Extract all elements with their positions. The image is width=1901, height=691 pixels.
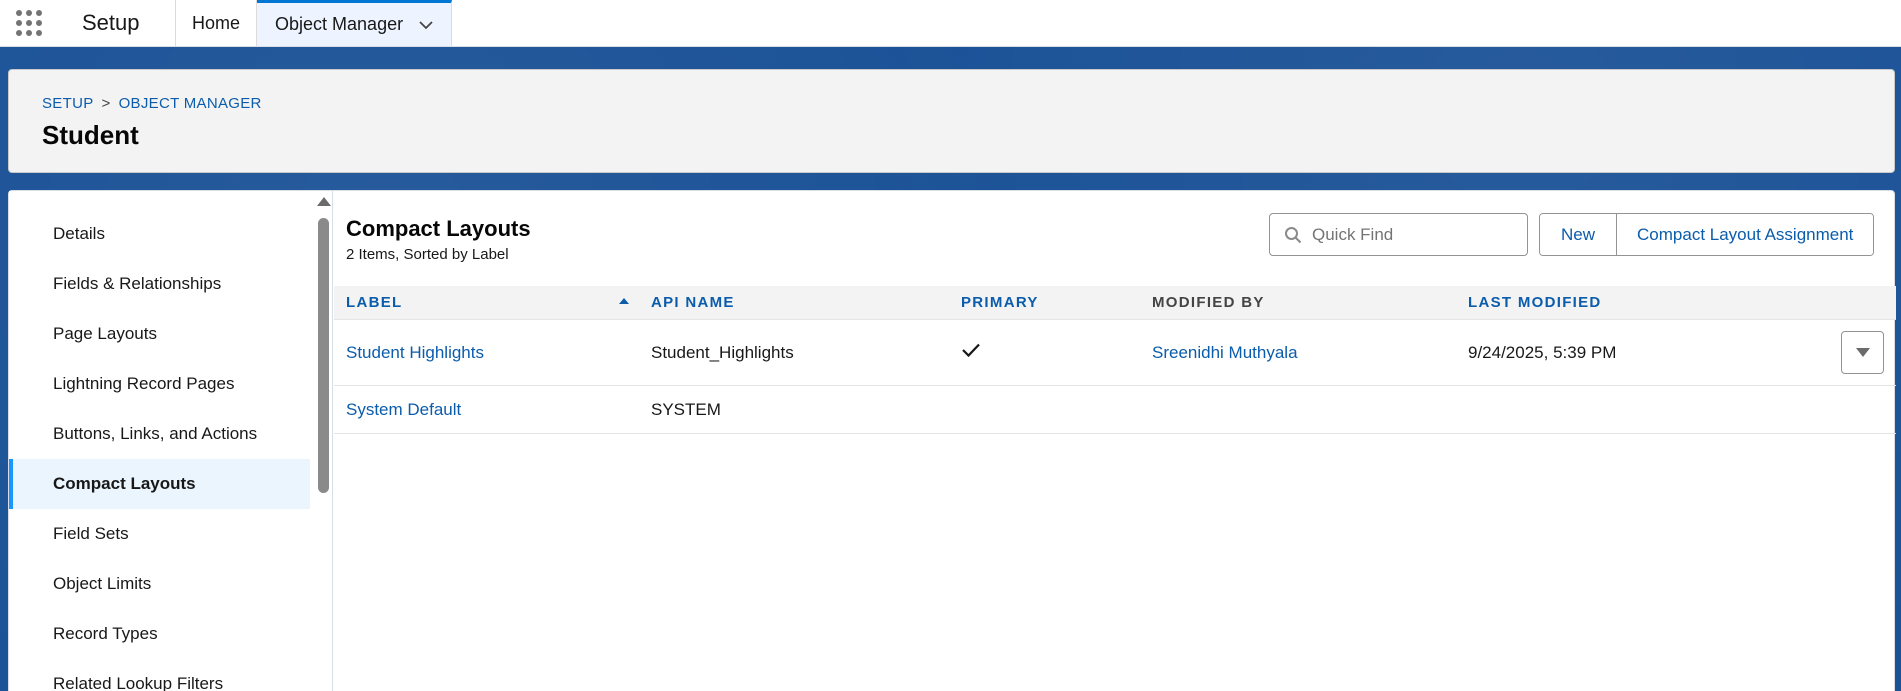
breadcrumb-setup[interactable]: SETUP [42,95,94,112]
page-header: SETUP > OBJECT MANAGER Student [8,69,1895,173]
sidebar-item-fields-relationships[interactable]: Fields & Relationships [9,259,310,309]
tab-home-label: Home [192,12,241,33]
sort-ascending-icon [619,298,629,304]
app-launcher-icon[interactable] [0,0,58,46]
caret-down-icon [1855,348,1870,357]
chevron-down-icon[interactable] [419,18,433,32]
layout-api-name: SYSTEM [651,399,721,419]
content-area: Compact Layouts 2 Items, Sorted by Label… [334,191,1896,691]
compact-layout-assignment-button[interactable]: Compact Layout Assignment [1616,214,1874,255]
quick-find-box[interactable] [1269,213,1528,256]
search-icon [1285,226,1302,243]
sidebar-item-related-lookup-filters[interactable]: Related Lookup Filters [9,659,310,691]
sidebar: Details Fields & Relationships Page Layo… [9,191,310,691]
column-header-primary[interactable]: PRIMARY [949,294,1140,311]
column-header-label[interactable]: LABEL [334,294,639,311]
column-header-last-modified-text: LAST MODIFIED [1468,294,1602,311]
breadcrumb-separator: > [101,95,111,112]
column-header-last-modified[interactable]: LAST MODIFIED [1456,294,1796,311]
app-name: Setup [56,0,176,46]
compact-layouts-table: LABEL API NAME PRIMARY MODIFIED BY LAST … [334,286,1896,434]
layout-label-link[interactable]: System Default [346,400,461,419]
scrollbar-thumb[interactable] [318,218,329,493]
sidebar-item-lightning-record-pages[interactable]: Lightning Record Pages [9,359,310,409]
list-title: Compact Layouts [346,216,531,241]
tab-home[interactable]: Home [176,0,258,46]
column-header-primary-text: PRIMARY [961,294,1039,311]
table-header: LABEL API NAME PRIMARY MODIFIED BY LAST … [334,286,1896,320]
sidebar-item-field-sets[interactable]: Field Sets [9,509,310,559]
breadcrumb-object-manager[interactable]: OBJECT MANAGER [119,95,262,112]
row-actions-button[interactable] [1841,331,1884,374]
column-header-label-text: LABEL [346,294,403,311]
column-header-api-name[interactable]: API NAME [639,294,949,311]
tab-object-manager[interactable]: Object Manager [257,0,453,46]
quick-find-input[interactable] [1312,224,1512,245]
last-modified-date: 9/24/2025, 5:39 PM [1468,342,1617,362]
sidebar-scrollbar[interactable] [313,191,333,691]
breadcrumb: SETUP > OBJECT MANAGER [42,95,1861,112]
checkmark-icon [962,343,980,358]
page-title: Student [42,120,139,150]
sidebar-item-buttons-links-actions[interactable]: Buttons, Links, and Actions [9,409,310,459]
sidebar-item-record-types[interactable]: Record Types [9,609,310,659]
main-panel: Details Fields & Relationships Page Layo… [8,190,1896,691]
column-header-api-name-text: API NAME [651,294,735,311]
layout-label-link[interactable]: Student Highlights [346,343,484,362]
column-header-modified-by-text: MODIFIED BY [1152,294,1265,311]
sidebar-item-object-limits[interactable]: Object Limits [9,559,310,609]
scroll-up-arrow-icon[interactable] [317,197,331,206]
sidebar-item-details[interactable]: Details [9,209,310,259]
tab-object-manager-label: Object Manager [275,14,404,34]
sidebar-item-page-layouts[interactable]: Page Layouts [9,309,310,359]
new-button[interactable]: New [1540,214,1617,255]
list-subtitle: 2 Items, Sorted by Label [346,246,509,263]
global-nav: Setup Home Object Manager [0,0,1901,47]
table-row: Student Highlights Student_Highlights Sr… [334,320,1896,386]
sidebar-item-compact-layouts[interactable]: Compact Layouts [9,459,310,509]
modified-by-link[interactable]: Sreenidhi Muthyala [1152,343,1298,362]
layout-api-name: Student_Highlights [651,342,794,362]
table-row: System Default SYSTEM [334,386,1896,434]
action-button-group: New Compact Layout Assignment [1539,213,1875,256]
column-header-modified-by: MODIFIED BY [1140,294,1456,311]
